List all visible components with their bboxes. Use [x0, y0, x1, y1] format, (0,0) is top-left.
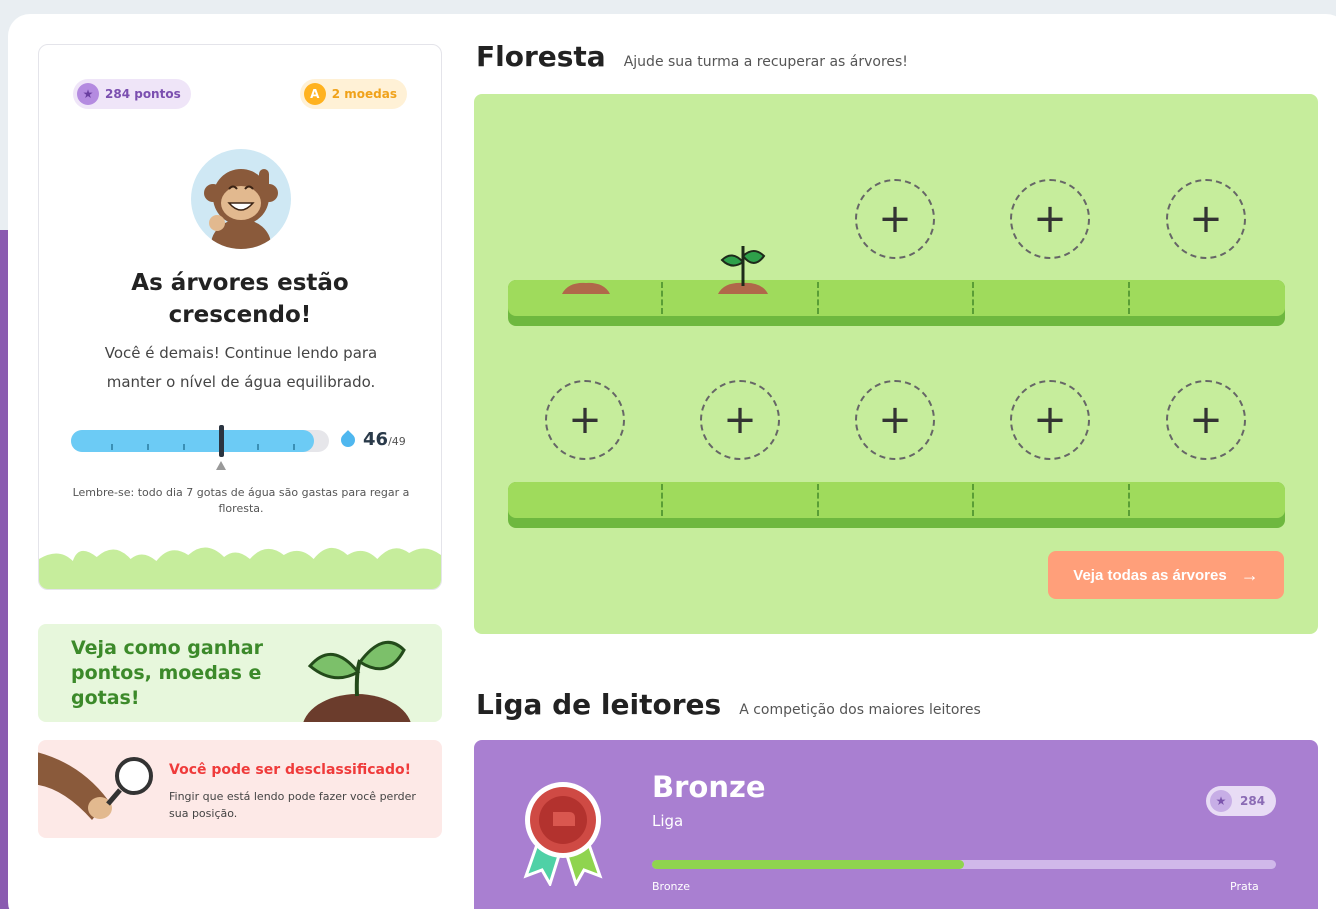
water-level-bar: [71, 425, 329, 457]
bronze-medal-icon: [523, 782, 603, 886]
forest-shelf-row2: [508, 482, 1285, 528]
shelf-top: [508, 280, 1285, 316]
water-tick: [111, 444, 113, 450]
star-icon: ★: [1210, 790, 1232, 812]
water-tick: [293, 444, 295, 450]
shelf-divider: [972, 282, 974, 314]
league-name: Bronze: [652, 770, 766, 804]
plant-tree-slot[interactable]: +: [700, 380, 780, 460]
coin-icon: A: [303, 83, 326, 105]
points-badge[interactable]: ★ 284 pontos: [73, 79, 191, 109]
shelf-divider: [817, 282, 819, 314]
shelf-divider: [1128, 282, 1130, 314]
warning-title: Você pode ser desclassificado!: [169, 762, 411, 778]
growth-title: As árvores estão crescendo!: [131, 270, 349, 328]
forest-heading: Floresta Ajude sua turma a recuperar as …: [476, 40, 908, 73]
league-score-badge: ★ 284: [1206, 786, 1276, 816]
water-tick: [257, 444, 259, 450]
forest-shelf-row1: [508, 280, 1285, 326]
water-tick: [147, 444, 149, 450]
shelf-divider: [817, 484, 819, 516]
league-caption: Liga: [652, 812, 684, 830]
sprout-icon: [303, 640, 411, 722]
shelf-top: [508, 482, 1285, 518]
forest-title: Floresta: [476, 40, 606, 73]
plant-tree-slot[interactable]: +: [545, 380, 625, 460]
shelf-divider: [661, 282, 663, 314]
league-score: 284: [1240, 794, 1266, 808]
shelf-divider: [972, 484, 974, 516]
water-reminder-text: Lembre-se: todo dia 7 gotas de água são …: [72, 486, 410, 515]
profile-card: ★ 284 pontos A 2 moedas As árvores estão…: [38, 44, 442, 590]
plant-tree-slot[interactable]: +: [855, 380, 935, 460]
water-tick: [183, 444, 185, 450]
triangle-up-icon: [215, 461, 226, 470]
disqualification-warning-card: Você pode ser desclassificado! Fingir qu…: [38, 740, 442, 838]
monkey-avatar: [191, 149, 291, 249]
earn-points-card[interactable]: Veja como ganhar pontos, moedas e gotas!: [38, 624, 442, 722]
league-heading: Liga de leitores A competição dos maiore…: [476, 688, 981, 721]
league-progress-fill: [652, 860, 964, 869]
encouragement-text: Você é demais! Continue lendo para mante…: [104, 344, 378, 391]
coins-label: 2 moedas: [331, 87, 397, 101]
warning-description: Fingir que está lendo pode fazer você pe…: [169, 790, 416, 820]
league-subtitle: A competição dos maiores leitores: [739, 702, 981, 718]
plant-tree-slot[interactable]: +: [1166, 179, 1246, 259]
dirt-mound-icon: [562, 282, 610, 294]
earn-points-text: Veja como ganhar pontos, moedas e gotas!: [71, 637, 263, 709]
league-title: Liga de leitores: [476, 688, 722, 721]
water-balance-marker: [218, 425, 224, 457]
league-progress-end-label: Prata: [1230, 880, 1259, 893]
sapling-icon: [718, 246, 768, 294]
water-level-fill: [71, 430, 314, 452]
grass-decoration: [39, 547, 441, 589]
arrow-right-icon: →: [1240, 564, 1259, 585]
plant-tree-slot[interactable]: +: [1010, 380, 1090, 460]
plant-tree-slot[interactable]: +: [1010, 179, 1090, 259]
water-drop-icon: [338, 429, 358, 450]
water-count: 46 /49: [338, 429, 406, 450]
league-progress-start-label: Bronze: [652, 880, 691, 893]
forest-panel: + + + + + + + + Veja todas as árvores →: [474, 94, 1318, 634]
league-card[interactable]: Bronze Liga ★ 284 Bronze Prata: [474, 740, 1318, 909]
forest-subtitle: Ajude sua turma a recuperar as árvores!: [623, 54, 908, 70]
points-label: 284 pontos: [105, 87, 181, 101]
plant-tree-slot[interactable]: +: [855, 179, 935, 259]
magnifier-icon: [38, 752, 153, 820]
plant-tree-slot[interactable]: +: [1166, 380, 1246, 460]
shelf-divider: [1128, 484, 1130, 516]
league-progress-bar: [652, 860, 1276, 869]
star-icon: ★: [77, 83, 99, 105]
view-all-trees-button[interactable]: Veja todas as árvores →: [1048, 551, 1284, 599]
shelf-divider: [661, 484, 663, 516]
coins-badge[interactable]: A 2 moedas: [299, 79, 407, 109]
